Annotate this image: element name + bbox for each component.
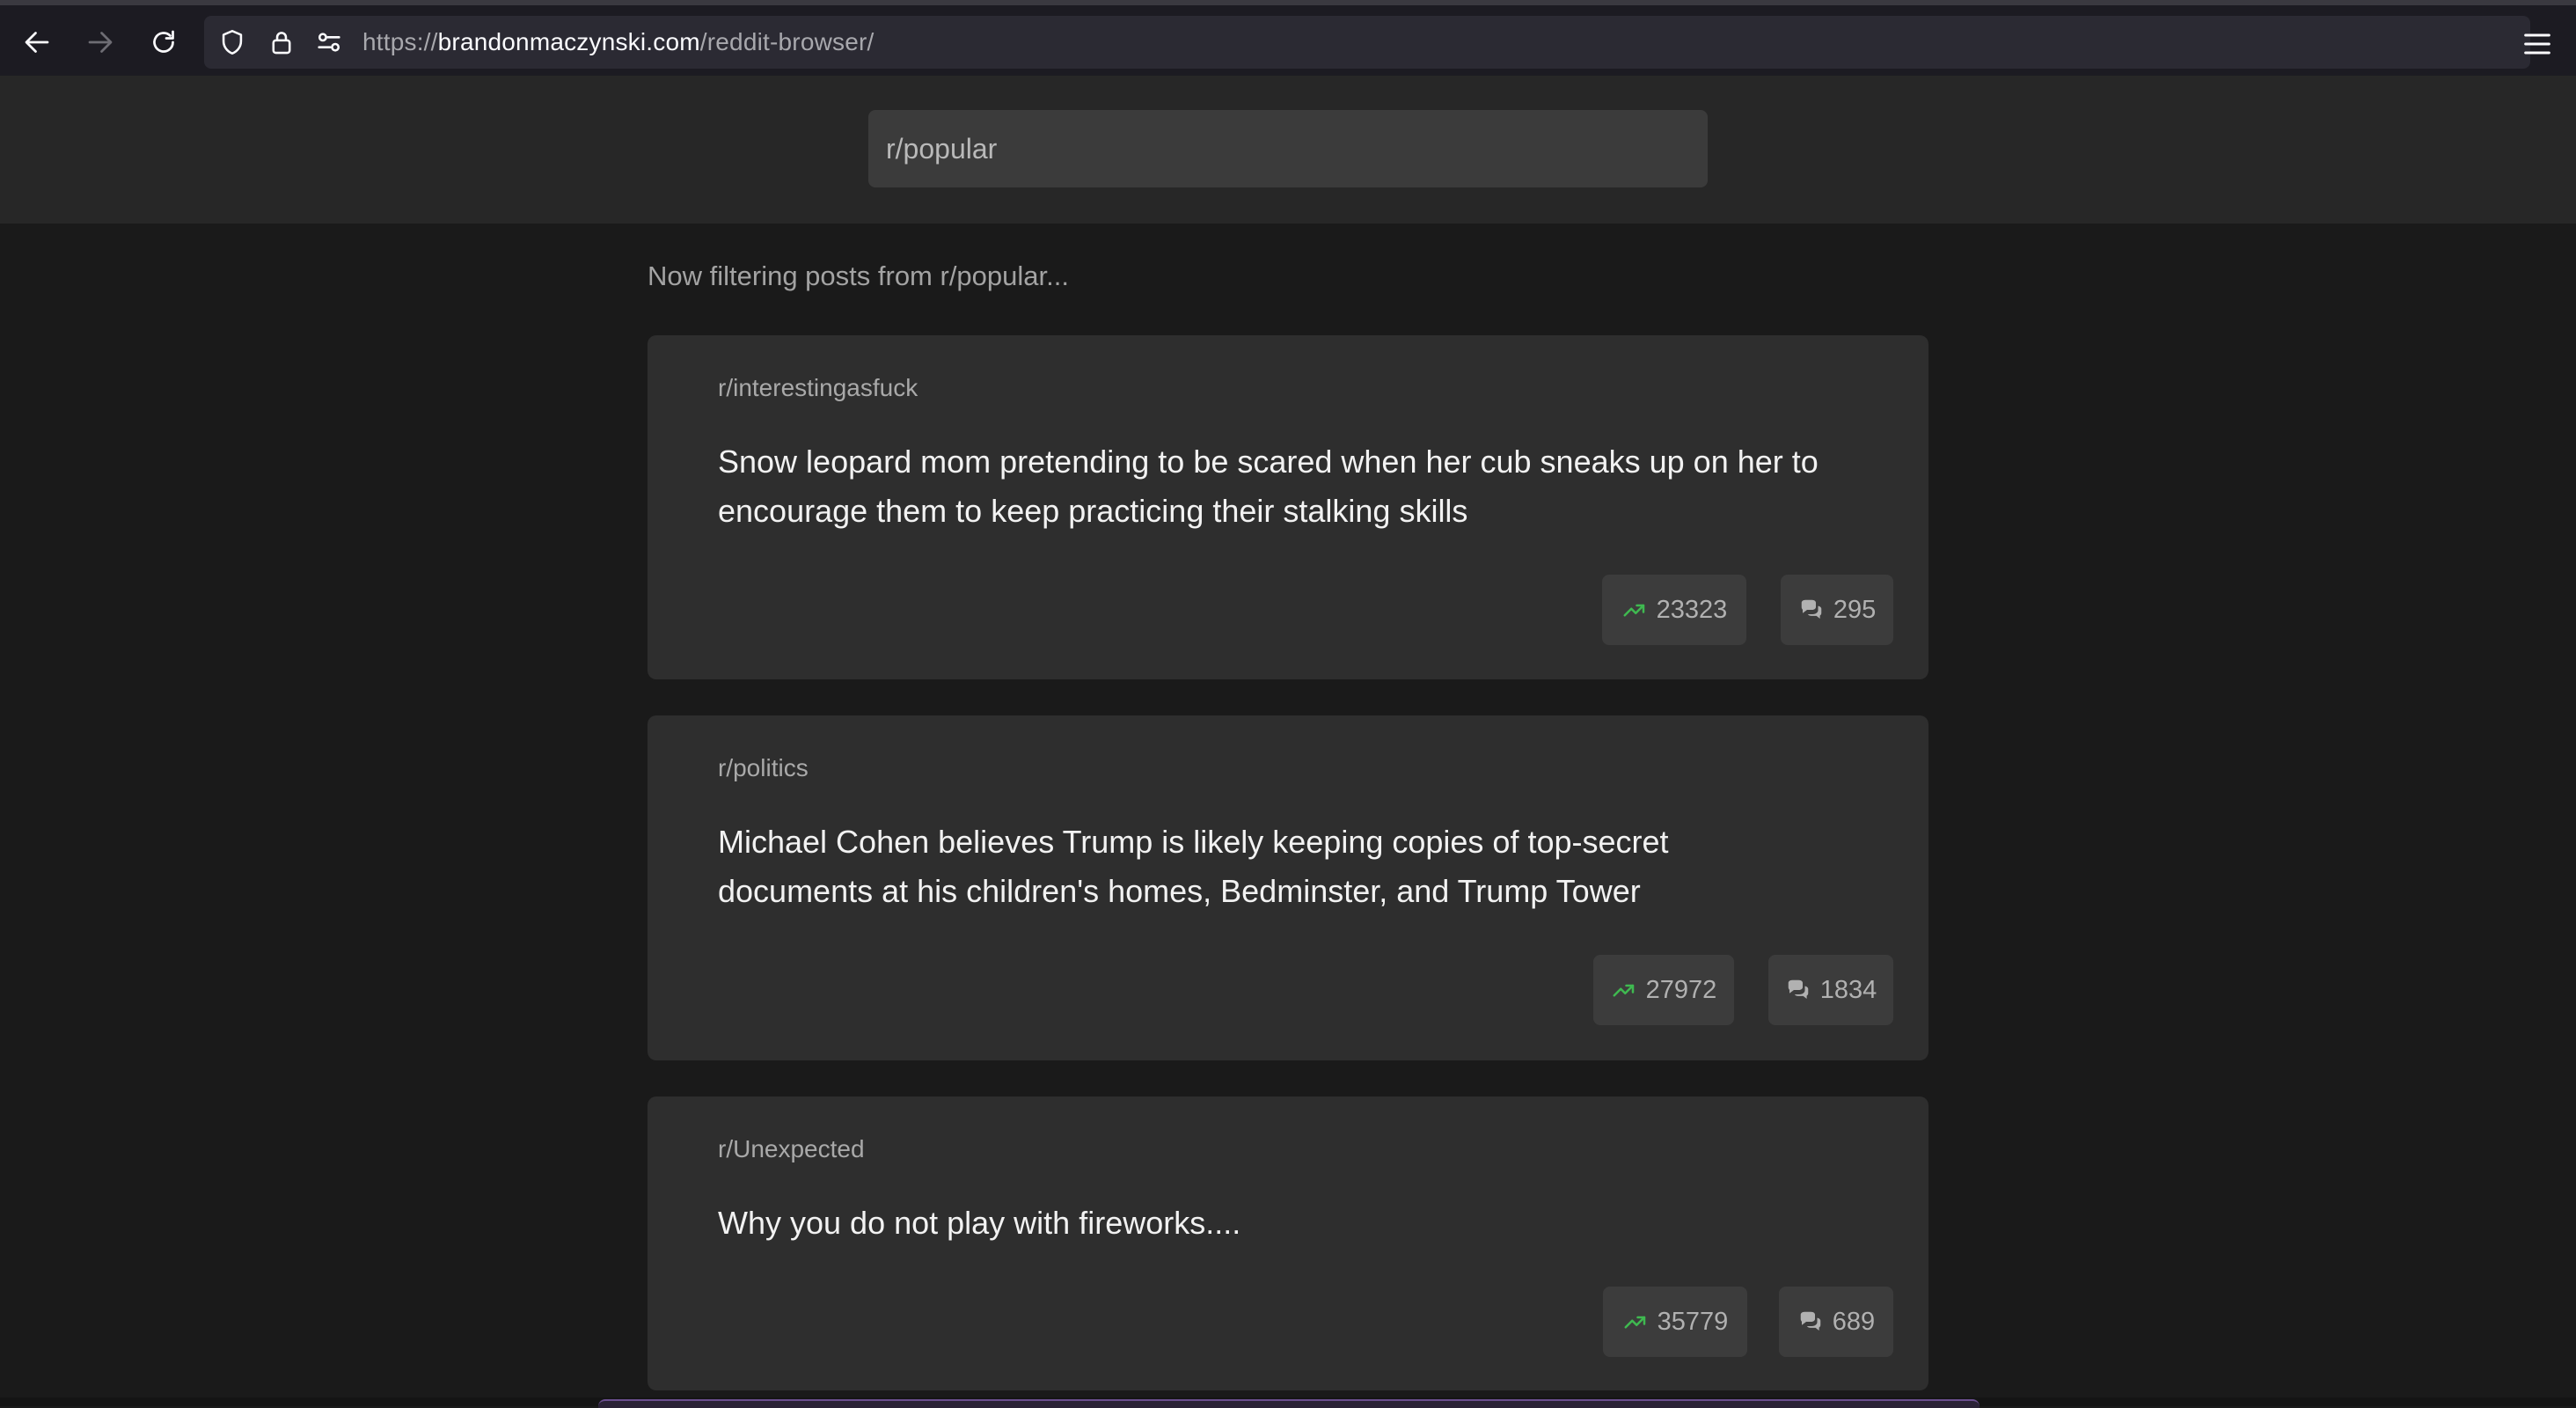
comment-count: 1834 bbox=[1819, 975, 1877, 1004]
upvote-score-badge: 23323 bbox=[1602, 575, 1746, 645]
dock-edge bbox=[598, 1399, 1980, 1408]
lock-icon[interactable] bbox=[266, 26, 297, 58]
score-value: 27972 bbox=[1645, 975, 1717, 1004]
comments-icon bbox=[1788, 979, 1808, 999]
comment-count-badge[interactable]: 689 bbox=[1779, 1287, 1893, 1357]
shield-icon[interactable] bbox=[216, 26, 248, 58]
comment-count-badge[interactable]: 295 bbox=[1781, 575, 1893, 645]
address-bar[interactable]: https://brandonmaczynski.com/reddit-brow… bbox=[204, 16, 2530, 69]
score-value: 35779 bbox=[1657, 1307, 1729, 1336]
hamburger-menu-icon[interactable] bbox=[2518, 26, 2557, 62]
comments-icon bbox=[1801, 599, 1822, 619]
search-header bbox=[0, 76, 2576, 224]
post-subreddit[interactable]: r/interestingasfuck bbox=[718, 374, 918, 402]
upvote-score-badge: 27972 bbox=[1593, 955, 1734, 1025]
forward-arrow-icon bbox=[88, 32, 113, 53]
comments-icon bbox=[1800, 1311, 1821, 1331]
post-card[interactable]: r/Unexpected Why you do not play with fi… bbox=[648, 1096, 1928, 1390]
post-title[interactable]: Snow leopard mom pretending to be scared… bbox=[718, 437, 1826, 536]
post-card[interactable]: r/interestingasfuck Snow leopard mom pre… bbox=[648, 335, 1928, 679]
forward-button[interactable] bbox=[79, 21, 121, 63]
trending-up-icon bbox=[1624, 1316, 1645, 1329]
url-host: brandonmaczynski.com bbox=[437, 28, 700, 55]
url-path: /reddit-browser/ bbox=[699, 28, 875, 55]
url-scheme: https:// bbox=[362, 28, 438, 55]
trending-up-icon bbox=[1613, 984, 1634, 997]
comment-count-badge[interactable]: 1834 bbox=[1768, 955, 1893, 1025]
permissions-icon[interactable] bbox=[313, 26, 345, 58]
post-title[interactable]: Michael Cohen believes Trump is likely k… bbox=[718, 818, 1826, 916]
reload-icon bbox=[153, 30, 174, 53]
reload-button[interactable] bbox=[143, 21, 185, 63]
subreddit-search-input[interactable] bbox=[868, 110, 1708, 187]
post-subreddit[interactable]: r/Unexpected bbox=[718, 1135, 865, 1163]
comment-count: 295 bbox=[1833, 595, 1877, 624]
upvote-score-badge: 35779 bbox=[1603, 1287, 1747, 1357]
post-card[interactable]: r/politics Michael Cohen believes Trump … bbox=[648, 715, 1928, 1060]
filter-status-text: Now filtering posts from r/popular... bbox=[648, 260, 1069, 291]
back-arrow-icon bbox=[25, 32, 49, 53]
back-button[interactable] bbox=[16, 21, 58, 63]
trending-up-icon bbox=[1623, 604, 1644, 617]
url-text[interactable]: https://brandonmaczynski.com/reddit-brow… bbox=[362, 16, 875, 69]
comment-count: 689 bbox=[1832, 1307, 1876, 1336]
post-subreddit[interactable]: r/politics bbox=[718, 754, 809, 782]
post-title[interactable]: Why you do not play with fireworks.... bbox=[718, 1199, 1826, 1248]
score-value: 23323 bbox=[1656, 595, 1728, 624]
browser-toolbar: https://brandonmaczynski.com/reddit-brow… bbox=[0, 0, 2576, 76]
